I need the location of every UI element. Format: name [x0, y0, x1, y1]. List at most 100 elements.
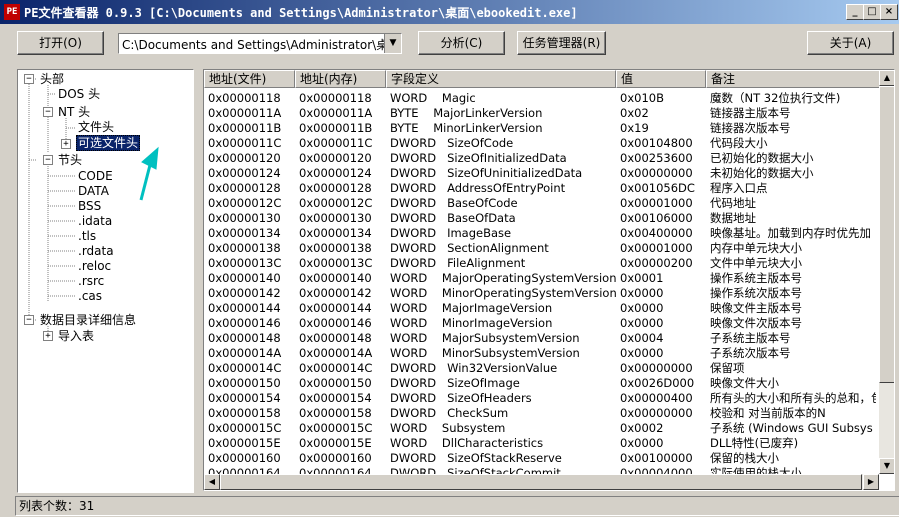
scroll-down-icon[interactable]: ▼: [879, 458, 894, 474]
horizontal-scrollbar[interactable]: ◀ ▶: [204, 474, 879, 490]
tree-node-file-header[interactable]: 文件头: [78, 120, 114, 135]
tree-node-section[interactable]: .rdata: [78, 244, 114, 259]
expand-import-icon[interactable]: +: [43, 331, 53, 341]
structure-tree[interactable]: − 头部 DOS 头 − NT 头 文件头 + 可选文件头 − 节头 CODE D…: [17, 69, 194, 493]
list-header: 地址(文件) 地址(内存) 字段定义 值 备注: [204, 70, 880, 88]
cell-field: DWORD AddressOfEntryPoint: [390, 181, 566, 195]
cell-file-address: 0x00000138: [208, 241, 281, 255]
tree-node-section[interactable]: .tls: [78, 229, 96, 244]
expand-optional-icon[interactable]: +: [61, 139, 71, 149]
scroll-right-icon[interactable]: ▶: [863, 474, 879, 490]
table-row[interactable]: 0x0000015C 0x0000015C WORD Subsystem 0x0002…: [204, 421, 876, 436]
close-button[interactable]: ×: [880, 4, 898, 20]
cell-remark: 代码地址: [710, 196, 756, 210]
tree-node-dos-header[interactable]: DOS 头: [58, 87, 100, 102]
table-row[interactable]: 0x0000011B 0x0000011B BYTE MinorLinkerVers…: [204, 121, 876, 136]
collapse-data-dir-icon[interactable]: −: [24, 315, 34, 325]
table-row[interactable]: 0x00000144 0x00000144 WORD MajorImageVersi…: [204, 301, 876, 316]
table-row[interactable]: 0x00000140 0x00000140 WORD MajorOperatingS…: [204, 271, 876, 286]
table-row[interactable]: 0x00000134 0x00000134 DWORD ImageBase 0x004…: [204, 226, 876, 241]
table-row[interactable]: 0x0000013C 0x0000013C DWORD FileAlignment 0…: [204, 256, 876, 271]
cell-remark: 保留的栈大小: [710, 451, 779, 465]
table-row[interactable]: 0x00000124 0x00000124 DWORD SizeOfUninitia…: [204, 166, 876, 181]
column-header-file-address[interactable]: 地址(文件): [204, 70, 295, 88]
table-row[interactable]: 0x0000011A 0x0000011A BYTE MajorLinkerVers…: [204, 106, 876, 121]
app-window: PE PE文件查看器 0.9.3 [C:\Documents and Setti…: [0, 0, 899, 517]
cell-memory-address: 0x00000158: [299, 406, 372, 420]
tree-node-section[interactable]: .reloc: [78, 259, 111, 274]
cell-file-address: 0x00000124: [208, 166, 281, 180]
task-manager-button[interactable]: 任务管理器(R): [517, 31, 606, 55]
tree-node-optional-header[interactable]: 可选文件头: [76, 135, 141, 151]
window-title: PE文件查看器 0.9.3 [C:\Documents and Settings…: [24, 6, 578, 20]
cell-value: 0x00000000: [620, 166, 693, 180]
cell-file-address: 0x00000148: [208, 331, 281, 345]
tree-node-section[interactable]: .cas: [78, 289, 102, 304]
table-row[interactable]: 0x0000014C 0x0000014C DWORD Win32VersionVa…: [204, 361, 876, 376]
cell-file-address: 0x0000011A: [208, 106, 282, 120]
cell-file-address: 0x00000158: [208, 406, 281, 420]
cell-field: DWORD FileAlignment: [390, 256, 526, 270]
tree-node-section[interactable]: BSS: [78, 199, 101, 214]
tree-node-header[interactable]: 头部: [40, 72, 64, 87]
table-row[interactable]: 0x00000120 0x00000120 DWORD SizeOfInitiali…: [204, 151, 876, 166]
column-header-value[interactable]: 值: [616, 70, 706, 88]
tree-node-import-table[interactable]: 导入表: [58, 329, 94, 344]
cell-file-address: 0x00000142: [208, 286, 281, 300]
table-row[interactable]: 0x0000012C 0x0000012C DWORD BaseOfCode 0x00…: [204, 196, 876, 211]
cell-value: 0x00001000: [620, 241, 693, 255]
cell-remark: 子系统次版本号: [710, 346, 791, 360]
tree-node-nt-header[interactable]: NT 头: [58, 105, 90, 120]
cell-memory-address: 0x00000146: [299, 316, 372, 330]
about-button[interactable]: 关于(A): [807, 31, 894, 55]
table-row[interactable]: 0x00000118 0x00000118 WORD Magic 0x010B 魔数（N…: [204, 91, 876, 106]
column-header-remark[interactable]: 备注: [706, 70, 880, 88]
table-row[interactable]: 0x00000128 0x00000128 DWORD AddressOfEntry…: [204, 181, 876, 196]
table-row[interactable]: 0x00000150 0x00000150 DWORD SizeOfImage 0x0…: [204, 376, 876, 391]
table-row[interactable]: 0x0000014A 0x0000014A WORD MinorSubsystemV…: [204, 346, 876, 361]
vertical-scrollbar[interactable]: ▲ ▼: [879, 70, 894, 474]
scroll-left-icon[interactable]: ◀: [204, 474, 220, 490]
table-row[interactable]: 0x00000154 0x00000154 DWORD SizeOfHeaders 0…: [204, 391, 876, 406]
table-row[interactable]: 0x0000015E 0x0000015E WORD DllCharacterist…: [204, 436, 876, 451]
field-list[interactable]: 地址(文件) 地址(内存) 字段定义 值 备注 0x00000118 0x0000…: [203, 69, 895, 491]
table-row[interactable]: 0x0000011C 0x0000011C DWORD SizeOfCode 0x00…: [204, 136, 876, 151]
table-row[interactable]: 0x00000146 0x00000146 WORD MinorImageVersi…: [204, 316, 876, 331]
maximize-button[interactable]: □: [863, 4, 881, 20]
tree-node-section[interactable]: .rsrc: [78, 274, 104, 289]
analyze-button[interactable]: 分析(C): [418, 31, 505, 55]
cell-field: DWORD Win32VersionValue: [390, 361, 558, 375]
cell-memory-address: 0x00000118: [299, 91, 372, 105]
hscroll-thumb[interactable]: [220, 474, 862, 490]
tree-node-sections[interactable]: 节头: [58, 153, 82, 168]
column-header-memory-address[interactable]: 地址(内存): [295, 70, 386, 88]
collapse-header-icon[interactable]: −: [24, 74, 34, 84]
scroll-up-icon[interactable]: ▲: [879, 70, 894, 86]
cell-memory-address: 0x00000144: [299, 301, 372, 315]
open-button[interactable]: 打开(O): [17, 31, 104, 55]
collapse-nt-icon[interactable]: −: [43, 107, 53, 117]
cell-value: 0x00001000: [620, 196, 693, 210]
cell-memory-address: 0x00000142: [299, 286, 372, 300]
minimize-button[interactable]: _: [846, 4, 864, 20]
cell-file-address: 0x0000014A: [208, 346, 282, 360]
cell-value: 0x0000: [620, 346, 664, 360]
cell-remark: 代码段大小: [710, 136, 768, 150]
tree-node-section[interactable]: DATA: [78, 184, 109, 199]
collapse-sections-icon[interactable]: −: [43, 155, 53, 165]
column-header-field[interactable]: 字段定义: [386, 70, 616, 88]
scroll-thumb[interactable]: [879, 86, 894, 383]
tree-node-section[interactable]: CODE: [78, 169, 113, 184]
table-row[interactable]: 0x00000158 0x00000158 DWORD CheckSum 0x0000…: [204, 406, 876, 421]
cell-remark: 链接器主版本号: [710, 106, 791, 120]
chevron-down-icon[interactable]: ▼: [384, 34, 401, 53]
tree-node-section[interactable]: .idata: [78, 214, 112, 229]
table-row[interactable]: 0x00000142 0x00000142 WORD MinorOperatingS…: [204, 286, 876, 301]
path-combobox[interactable]: C:\Documents and Settings\Administrator\…: [118, 33, 402, 54]
table-row[interactable]: 0x00000160 0x00000160 DWORD SizeOfStackRes…: [204, 451, 876, 466]
table-row[interactable]: 0x00000130 0x00000130 DWORD BaseOfData 0x00…: [204, 211, 876, 226]
tree-node-data-directory[interactable]: 数据目录详细信息: [40, 313, 136, 328]
cell-file-address: 0x00000144: [208, 301, 281, 315]
table-row[interactable]: 0x00000148 0x00000148 WORD MajorSubsystemV…: [204, 331, 876, 346]
table-row[interactable]: 0x00000138 0x00000138 DWORD SectionAlignme…: [204, 241, 876, 256]
